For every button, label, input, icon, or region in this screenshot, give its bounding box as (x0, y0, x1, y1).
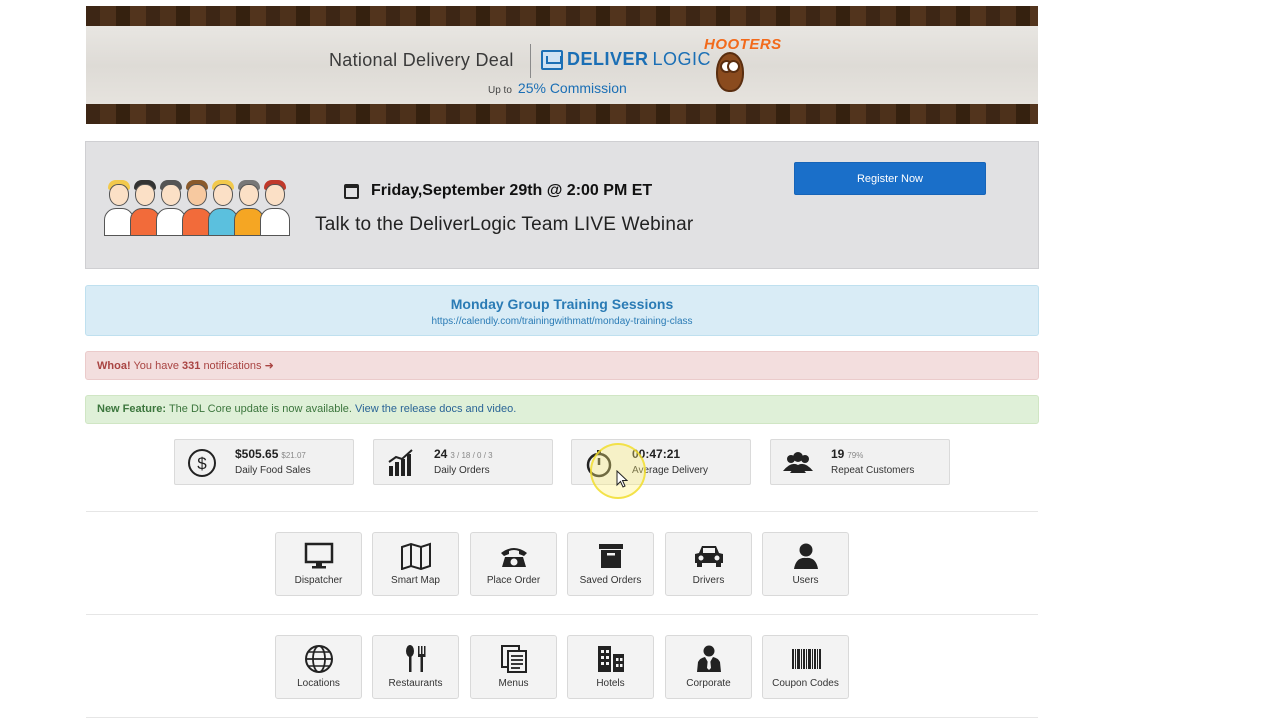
tile-hotels[interactable]: Hotels (567, 635, 654, 699)
commission-text: Up to 25% Commission (488, 80, 627, 96)
stat-daily-food-sales[interactable]: $ $505.65 $21.07 Daily Food Sales (174, 439, 354, 485)
release-docs-link[interactable]: View the release docs and video. (355, 403, 516, 415)
stat-repeat-customers[interactable]: 19 79% Repeat Customers (770, 439, 950, 485)
tile-label: Users (792, 575, 819, 586)
tile-coupon-codes[interactable]: Coupon Codes (762, 635, 849, 699)
arrow-right-icon: ➜ (264, 360, 274, 372)
car-icon (666, 541, 751, 571)
tile-drivers[interactable]: Drivers (665, 532, 752, 596)
notifications-text-before: You have (133, 360, 179, 372)
mouse-pointer-icon (616, 469, 629, 493)
phone-icon (471, 541, 556, 571)
webinar-date-text: Friday,September 29th @ 2:00 PM ET (371, 182, 653, 199)
tile-label: Place Order (486, 575, 541, 586)
stat-label: Repeat Customers (831, 465, 915, 476)
tile-place-order[interactable]: Place Order (470, 532, 557, 596)
businessman-icon (666, 644, 751, 674)
training-alert: Monday Group Training Sessions https://c… (85, 285, 1039, 336)
tile-label: Drivers (692, 575, 725, 586)
feature-text: The DL Core update is now available. (168, 403, 352, 415)
barcode-icon (763, 644, 848, 674)
tile-restaurants[interactable]: Restaurants (372, 635, 459, 699)
divider (86, 614, 1038, 615)
tile-label: Hotels (596, 678, 625, 689)
commission-value: 25% Commission (517, 80, 627, 96)
stat-value: 19 79% (831, 447, 864, 461)
tile-menus[interactable]: Menus (470, 635, 557, 699)
cutlery-icon (373, 644, 458, 674)
tile-corporate[interactable]: Corporate (665, 635, 752, 699)
bar-chart-icon (384, 446, 418, 480)
stat-sub: 3 / 18 / 0 / 3 (450, 451, 493, 460)
webinar-date: Friday,September 29th @ 2:00 PM ET (344, 182, 652, 200)
avatar (260, 178, 290, 236)
tile-dispatcher[interactable]: Dispatcher (275, 532, 362, 596)
divider (86, 511, 1038, 512)
stat-label: Daily Orders (434, 465, 490, 476)
tile-saved-orders[interactable]: Saved Orders (567, 532, 654, 596)
logo-light-text: LOGIC (652, 49, 712, 69)
stat-sub: 79% (847, 451, 864, 460)
tile-label: Locations (297, 678, 340, 689)
notifications-text-after: notifications (203, 360, 262, 372)
hooters-promo-banner[interactable]: National Delivery Deal DELIVER LOGIC Up t… (86, 6, 1038, 124)
divider (86, 717, 1038, 718)
webinar-title: Talk to the DeliverLogic Team LIVE Webin… (315, 214, 694, 235)
upto-label: Up to (488, 85, 512, 96)
deliverlogic-logo: DELIVER LOGIC (541, 49, 711, 70)
tile-label: Coupon Codes (772, 678, 839, 689)
documents-icon (471, 644, 556, 674)
tile-locations[interactable]: Locations (275, 635, 362, 699)
stat-daily-orders[interactable]: 24 3 / 18 / 0 / 3 Daily Orders (373, 439, 553, 485)
team-avatars (104, 178, 290, 236)
owl-icon (716, 52, 744, 92)
notifications-count: 331 (182, 360, 201, 372)
webinar-banner: Friday,September 29th @ 2:00 PM ET Talk … (85, 141, 1039, 269)
stat-label: Daily Food Sales (235, 465, 311, 476)
tile-label: Saved Orders (579, 575, 642, 586)
stat-sub: $21.07 (281, 451, 306, 460)
register-now-button[interactable]: Register Now (794, 162, 986, 195)
training-link[interactable]: https://calendly.com/trainingwithmatt/mo… (86, 316, 1038, 327)
stat-value: $505.65 $21.07 (235, 447, 306, 461)
tile-label: Menus (498, 678, 529, 689)
map-icon (373, 541, 458, 571)
dollar-icon: $ (185, 446, 219, 480)
tile-label: Dispatcher (294, 575, 343, 586)
tile-label: Restaurants (388, 678, 443, 689)
archive-icon (568, 541, 653, 571)
wood-border-bottom (86, 104, 1038, 124)
feature-alert: New Feature: The DL Core update is now a… (85, 395, 1039, 424)
tile-users[interactable]: Users (762, 532, 849, 596)
buildings-icon (568, 644, 653, 674)
feature-label: New Feature: (97, 403, 167, 415)
banner-title: National Delivery Deal (329, 50, 514, 70)
banner-divider (530, 44, 531, 78)
tile-label: Corporate (686, 678, 731, 689)
globe-icon (276, 644, 361, 674)
tile-label: Smart Map (391, 575, 440, 586)
tile-smart-map[interactable]: Smart Map (372, 532, 459, 596)
hooters-logo: HOOTERS (704, 36, 782, 53)
training-title: Monday Group Training Sessions (450, 296, 674, 312)
svg-text:$: $ (197, 454, 207, 473)
monitor-icon (276, 541, 361, 571)
group-icon (781, 446, 815, 480)
wood-border-top (86, 6, 1038, 26)
user-icon (763, 541, 848, 571)
stat-value: 24 3 / 18 / 0 / 3 (434, 447, 493, 461)
calendar-icon (344, 183, 359, 199)
logo-strong-text: DELIVER (567, 49, 649, 69)
notifications-alert[interactable]: Whoa! You have 331 notifications ➜ (85, 351, 1039, 380)
box-icon (541, 49, 563, 70)
notifications-prefix: Whoa! (97, 360, 131, 372)
